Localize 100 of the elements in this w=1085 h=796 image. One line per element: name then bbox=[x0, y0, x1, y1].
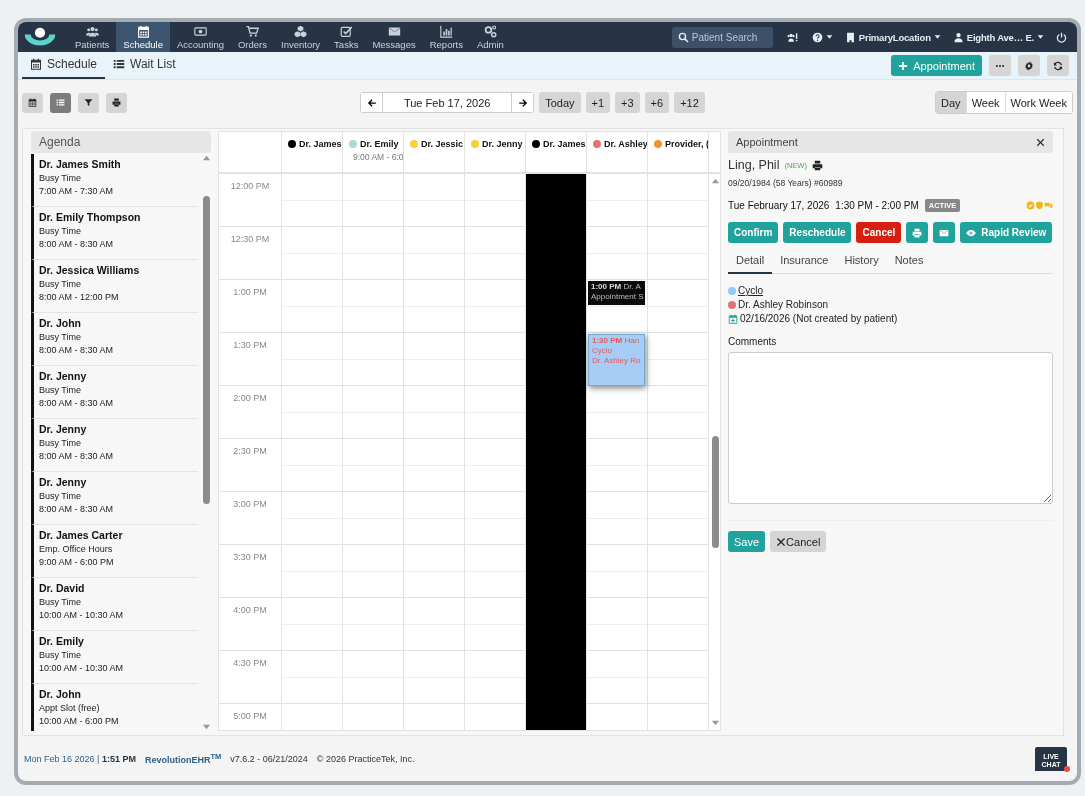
settings-button[interactable] bbox=[1018, 55, 1040, 76]
logout-button[interactable] bbox=[1056, 31, 1067, 43]
agenda-item[interactable]: Dr. David Busy Time 10:00 AM - 10:30 AM bbox=[31, 578, 198, 631]
agenda-item[interactable]: Dr. Jenny Busy Time 8:00 AM - 8:30 AM bbox=[31, 472, 198, 525]
appointment-date: Tue February 17, 2026 bbox=[728, 200, 830, 211]
patient-name: Ling, Phil bbox=[728, 158, 780, 172]
user-icon bbox=[952, 31, 964, 43]
plus-icon bbox=[898, 60, 909, 71]
close-button[interactable] bbox=[1036, 137, 1045, 147]
comments-field[interactable] bbox=[728, 352, 1053, 504]
view-range-button[interactable]: Work Week bbox=[1004, 92, 1072, 113]
list-icon bbox=[113, 57, 126, 70]
provider-name: Dr. David bbox=[39, 582, 86, 594]
nav-item[interactable]: Patients bbox=[68, 22, 117, 52]
envelope-icon bbox=[939, 227, 950, 238]
jump-button[interactable]: +1 bbox=[585, 92, 611, 113]
nav-item[interactable]: Reports bbox=[422, 22, 470, 52]
nav-item[interactable]: Orders bbox=[230, 22, 274, 52]
arrow-left-icon bbox=[366, 97, 377, 108]
list-view-button[interactable] bbox=[50, 92, 71, 113]
event-time: 8:00 AM - 8:30 AM bbox=[39, 239, 115, 249]
tab[interactable]: Detail bbox=[728, 250, 773, 274]
tab[interactable]: Wait List bbox=[105, 52, 184, 79]
event-type: Busy Time bbox=[39, 385, 82, 395]
tab[interactable]: Insurance bbox=[772, 250, 837, 274]
agenda-item[interactable]: Dr. James Carter Emp. Office Hours 9:00 AM - 6:00 PM bbox=[31, 525, 198, 578]
users-icon bbox=[85, 24, 99, 38]
nav-item[interactable]: Tasks bbox=[327, 22, 366, 52]
jump-button[interactable]: +6 bbox=[644, 92, 670, 113]
agenda-item[interactable]: Dr. Emily Thompson Busy Time 8:00 AM - 8:30 AM bbox=[31, 207, 198, 260]
event-time: 8:00 AM - 8:30 AM bbox=[39, 398, 115, 408]
time-label: 1:30 PM bbox=[219, 333, 281, 386]
event-time: 10:00 AM - 6:00 PM bbox=[39, 716, 120, 726]
check-circle-icon bbox=[1026, 201, 1035, 210]
scrollbar-thumb[interactable] bbox=[203, 195, 210, 505]
agenda-item[interactable]: Dr. Jessica Williams Busy Time 8:00 AM - 12:00 PM bbox=[31, 260, 198, 313]
nav-item[interactable]: Schedule bbox=[116, 22, 170, 52]
scroll-down-icon[interactable] bbox=[202, 723, 211, 731]
printer-icon bbox=[912, 227, 923, 238]
print-button[interactable] bbox=[106, 92, 127, 113]
tab[interactable]: History bbox=[836, 250, 887, 274]
event-time: 7:00 AM - 7:30 AM bbox=[39, 186, 115, 196]
close-icon bbox=[776, 536, 787, 547]
agenda-item[interactable]: Dr. James Smith Busy Time 7:00 AM - 7:30 AM bbox=[31, 154, 198, 207]
bar-chart-icon bbox=[439, 24, 453, 38]
event-type: Busy Time bbox=[39, 491, 82, 501]
agenda-item[interactable]: Dr. Emily Busy Time 10:00 AM - 10:30 AM bbox=[31, 631, 198, 684]
time-label: 1:00 PM bbox=[219, 280, 281, 333]
user-dropdown[interactable]: Eighth Ave… E. bbox=[952, 31, 1044, 43]
scroll-up-icon[interactable] bbox=[711, 177, 720, 185]
email-button[interactable] bbox=[933, 222, 956, 243]
event-type: Busy Time bbox=[39, 332, 82, 342]
shield-icon bbox=[1035, 201, 1044, 210]
filter-button[interactable] bbox=[78, 92, 99, 113]
location-dropdown[interactable]: PrimaryLocation bbox=[844, 31, 941, 43]
tab[interactable]: Notes bbox=[886, 250, 932, 274]
cancel-button[interactable]: Cancel bbox=[770, 531, 827, 552]
product-name: RevolutionEHR$^{TM}$ bbox=[144, 752, 222, 765]
nav-item[interactable]: Accounting bbox=[169, 22, 231, 52]
time-label: 3:30 PM bbox=[219, 545, 281, 598]
cancel-appointment-button[interactable]: Cancel bbox=[856, 222, 902, 243]
patient-search-field[interactable]: Patient Search bbox=[671, 26, 773, 48]
encounter-type-link[interactable]: Cyclo bbox=[738, 285, 763, 296]
patient-details: 09/20/1984 (58 Years) #60989 bbox=[728, 178, 844, 188]
settings-icon bbox=[1024, 60, 1034, 71]
view-range-button[interactable]: Day bbox=[936, 92, 966, 113]
status-datetime: Mon Feb 16 2026 | 1:51 PM bbox=[24, 753, 136, 764]
event-time: 8:00 AM - 12:00 PM bbox=[39, 292, 120, 302]
notification-dot bbox=[1064, 766, 1070, 772]
jump-button[interactable]: +12 bbox=[674, 92, 705, 113]
agenda-item[interactable]: Dr. John Busy Time 8:00 AM - 8:30 AM bbox=[31, 313, 198, 366]
calendar-view-button[interactable] bbox=[22, 92, 43, 113]
gears-icon bbox=[483, 24, 497, 38]
nav-item[interactable]: Messages bbox=[365, 22, 423, 52]
printer-icon bbox=[112, 97, 121, 108]
calendar-icon bbox=[136, 24, 150, 38]
scrollbar-thumb[interactable] bbox=[712, 435, 719, 549]
checkbox-icon bbox=[339, 24, 353, 38]
agenda-item[interactable]: Dr. Jenny Busy Time 8:00 AM - 8:30 AM bbox=[31, 419, 198, 472]
panel-title: Appointment bbox=[736, 136, 798, 148]
appointment-slot[interactable]: 1:00 PM Dr. A Appointment S bbox=[588, 281, 645, 305]
jump-button[interactable]: +3 bbox=[615, 92, 640, 113]
logo[interactable] bbox=[23, 26, 57, 48]
more-button[interactable] bbox=[989, 55, 1011, 76]
provider-name: Dr. Jenny bbox=[39, 370, 88, 382]
nav-item[interactable]: Inventory bbox=[274, 22, 328, 52]
version-text: v7.6.2 - 06/21/2024 bbox=[230, 753, 308, 764]
scroll-down-icon[interactable] bbox=[711, 719, 720, 727]
provider-name: Dr. James Carter bbox=[39, 529, 124, 541]
cart-icon bbox=[246, 24, 259, 38]
nav-item[interactable]: Admin bbox=[469, 22, 511, 52]
provider-name: Dr. James bbox=[543, 139, 586, 149]
refresh-button[interactable] bbox=[1047, 55, 1069, 76]
provider-name: Dr. Jenny bbox=[482, 139, 523, 149]
help-button[interactable] bbox=[811, 31, 833, 43]
jump-button[interactable]: Today bbox=[539, 92, 581, 113]
tab[interactable]: Schedule bbox=[22, 52, 106, 79]
print-button[interactable] bbox=[811, 159, 823, 171]
agenda-item[interactable]: Dr. Jenny Busy Time 8:00 AM - 8:30 AM bbox=[31, 366, 198, 419]
agenda-item[interactable]: Dr. John Appt Slot (free) 10:00 AM - 6:00 PM bbox=[31, 684, 198, 731]
